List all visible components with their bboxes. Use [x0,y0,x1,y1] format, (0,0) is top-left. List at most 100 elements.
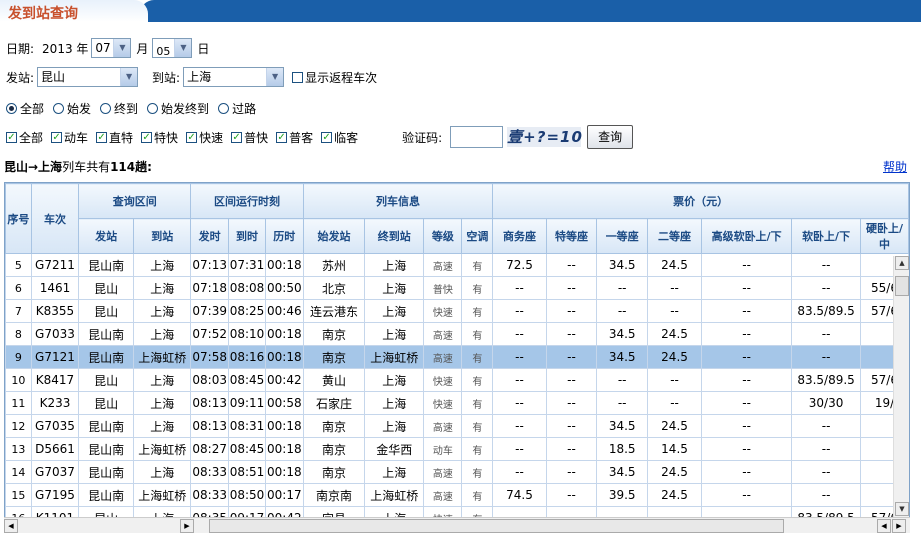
table-cell: 有 [461,437,494,461]
chevron-down-icon[interactable]: ▼ [113,39,131,57]
col-to: 到站 [133,218,192,254]
table-cell: -- [492,345,547,369]
captcha-image[interactable]: 壹+?=10 [507,127,582,147]
radio-origin[interactable] [53,102,65,114]
table-row[interactable]: 10 K8417 昆山 上海 08:03 08:45 00:42 黄山 上海 快速有 -- -- -- -… [5,368,909,392]
table-cell: 昆山南 [78,460,135,484]
table-cell: 南京 [302,414,366,438]
table-cell: 00:18 [264,414,304,438]
col-first: 一等座 [596,218,648,254]
check-direct-express[interactable]: ✓ [96,131,108,143]
table-cell: -- [492,368,547,392]
table-cell: D5661 [30,437,80,461]
table-cell: -- [492,391,547,415]
table-cell: 连云港东 [302,299,366,323]
radio-all[interactable] [6,102,17,114]
table-cell: 上海 [364,391,425,415]
table-row[interactable]: 14 G7037 昆山南 上海 08:33 08:51 00:18 南京 上海 高速有 -- -- 34… [5,460,909,484]
help-link[interactable]: 帮助 [883,158,907,175]
train-rows: 5 G7211 昆山南 上海 07:13 07:31 00:18 苏州 上海 高速有 72.5 -- 3… [5,253,909,518]
check-regular[interactable]: ✓ [276,131,288,143]
table-row[interactable]: 6 1461 昆山 上海 07:18 08:08 00:50 北京 上海 普快有 -- -- -- -- -… [5,276,909,300]
table-row[interactable]: 13 D5661 昆山南 上海虹桥 08:27 08:45 00:18 南京 金华西 动车有 -- -… [5,437,909,461]
table-cell: 74.5 [492,483,547,507]
query-button[interactable]: 查询 [587,125,634,149]
table-cell: -- [791,276,862,300]
radio-origin-terminal[interactable] [147,102,159,114]
table-cell: -- [545,368,598,392]
return-label: 显示返程车次 [305,70,378,85]
check-regular-fast[interactable]: ✓ [231,131,243,143]
table-cell: 高速 [423,414,463,438]
table-cell: 金华西 [364,437,425,461]
check-fast[interactable]: ✓ [186,131,198,143]
chevron-down-icon[interactable]: ▼ [120,68,138,86]
horizontal-scrollbar[interactable]: ◀ ▶ ◀ ▶ [4,517,910,533]
scroll-up-icon[interactable]: ▲ [895,256,909,270]
table-row[interactable]: 11 K233 昆山 上海 08:13 09:11 00:58 石家庄 上海 快速有 -- -- -- -… [5,391,909,415]
page-title: 发到站查询 [8,6,78,22]
scroll-right-icon[interactable]: ▶ [892,519,906,533]
table-cell: 快速 [423,299,463,323]
return-checkbox[interactable] [292,71,304,83]
to-station-select[interactable]: 上海 ▼ [183,67,285,87]
check-temporary[interactable]: ✓ [321,131,333,143]
table-cell: 北京 [302,276,366,300]
table-row[interactable]: 5 G7211 昆山南 上海 07:13 07:31 00:18 苏州 上海 高速有 72.5 -- 3… [5,253,909,277]
table-cell: G7121 [30,345,80,369]
table-cell: -- [545,483,598,507]
table-cell: 有 [461,483,494,507]
table-cell: 08:16 [228,345,266,369]
table-row[interactable]: 8 G7033 昆山南 上海 07:52 08:10 00:18 南京 上海 高速有 -- -- 34.… [5,322,909,346]
scroll-right-icon[interactable]: ▶ [180,519,194,533]
col-business: 商务座 [492,218,547,254]
month-value: 07 [95,41,111,55]
table-cell: 有 [461,299,494,323]
table-row[interactable]: 9 G7121 昆山南 上海虹桥 07:58 08:16 00:18 南京 上海虹桥 高速有 -- -… [5,345,909,369]
table-cell: -- [791,437,862,461]
table-cell: 8 [5,322,32,346]
radio-terminal[interactable] [100,102,112,114]
horizontal-scroll-thumb[interactable] [209,519,784,533]
table-cell: 08:03 [190,368,230,392]
table-cell: 高速 [423,253,463,277]
table-cell: 09:11 [228,391,266,415]
month-select[interactable]: 07 ▼ [91,38,132,58]
radio-passing[interactable] [218,102,230,114]
from-station-select[interactable]: 昆山 ▼ [37,67,139,87]
table-cell: -- [791,253,862,277]
check-emu[interactable]: ✓ [51,131,63,143]
table-cell: -- [701,322,793,346]
table-row[interactable]: 12 G7035 昆山南 上海 08:13 08:31 00:18 南京 上海 高速有 -- -- 34… [5,414,909,438]
scroll-left-icon[interactable]: ◀ [877,519,891,533]
table-cell: G7195 [30,483,80,507]
vertical-scrollbar[interactable]: ▲ ▼ [893,256,909,519]
vertical-scroll-thumb[interactable] [895,276,909,296]
table-row[interactable]: 15 G7195 昆山南 上海虹桥 08:33 08:50 00:17 南京南 上海虹桥 高速有 7… [5,483,909,507]
chevron-down-icon[interactable]: ▼ [266,68,284,86]
captcha-input[interactable] [450,126,504,148]
table-cell: 08:25 [228,299,266,323]
check-all[interactable]: ✓ [6,131,17,143]
col-dep: 发时 [190,218,230,254]
chevron-down-icon[interactable]: ▼ [174,39,192,57]
table-cell: -- [646,391,703,415]
col-dur: 历时 [264,218,304,254]
summary-route: 昆山→上海 [4,160,63,174]
table-cell: 上海虹桥 [133,345,192,369]
table-cell: 07:39 [190,299,230,323]
table-cell: 有 [461,322,494,346]
check-label: 快速 [199,130,224,145]
scroll-left-icon[interactable]: ◀ [4,519,18,533]
table-cell: 08:10 [228,322,266,346]
scroll-down-icon[interactable]: ▼ [895,502,909,516]
table-cell: 上海 [133,368,192,392]
table-cell: 有 [461,368,494,392]
title-bar-band [140,0,921,20]
day-select[interactable]: 05 ▼ [152,38,193,58]
table-cell: 14 [5,460,32,484]
table-cell: 普快 [423,276,463,300]
check-express[interactable]: ✓ [141,131,153,143]
table-row[interactable]: 7 K8355 昆山 上海 07:39 08:25 00:46 连云港东 上海 快速有 -- -- --… [5,299,909,323]
table-cell: 08:31 [228,414,266,438]
